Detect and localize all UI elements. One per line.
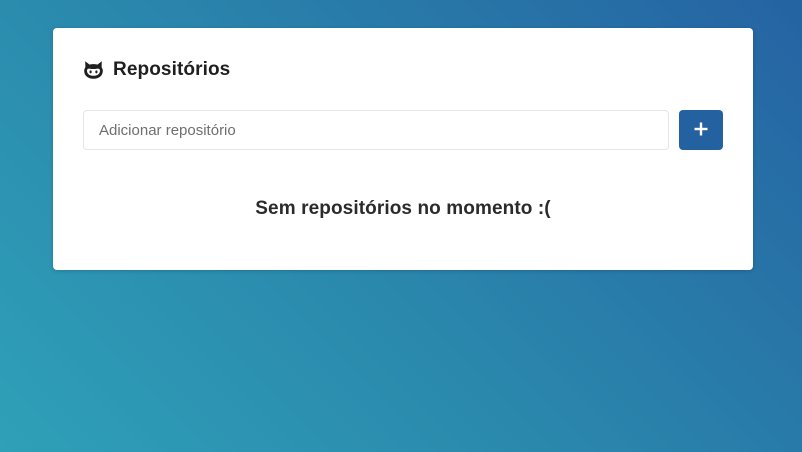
card-header: Repositórios	[83, 58, 723, 82]
repository-input[interactable]	[83, 110, 669, 150]
github-icon	[83, 60, 104, 80]
add-repository-button[interactable]	[679, 110, 723, 150]
add-repository-form	[83, 110, 723, 150]
empty-state-message: Sem repositórios no momento :(	[255, 198, 551, 219]
page-title: Repositórios	[113, 59, 231, 80]
repositories-card: Repositórios Sem repositórios no momento…	[53, 28, 753, 270]
plus-icon	[694, 122, 708, 139]
